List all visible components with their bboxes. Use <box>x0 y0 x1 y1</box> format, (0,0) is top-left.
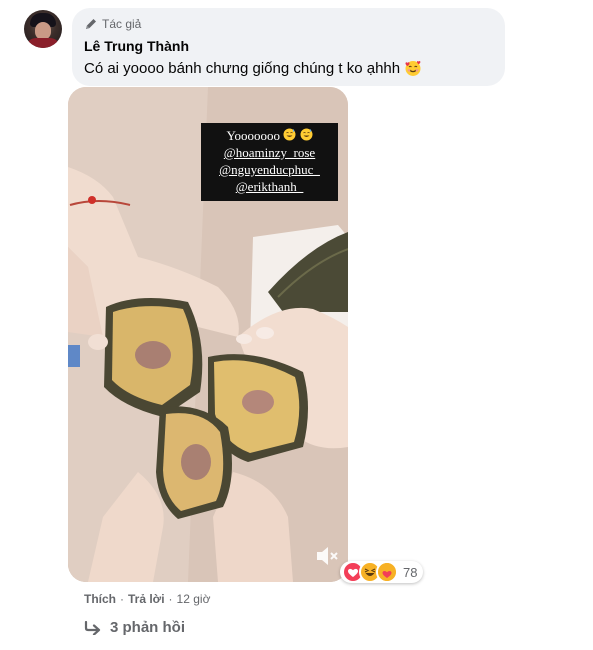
comment-actions: Thích · Trả lời · 12 giờ <box>84 592 210 606</box>
author-badge-label: Tác giả <box>102 17 142 31</box>
view-replies-link[interactable]: 3 phản hồi <box>84 619 185 636</box>
action-separator: · <box>168 592 173 606</box>
mute-button[interactable] <box>314 543 340 569</box>
comment-text: Có ai yoooo bánh chưng giống chúng t ko … <box>84 59 401 77</box>
reactions-summary[interactable]: 78 <box>340 561 424 583</box>
video-attachment[interactable]: Yooooooo @hoaminzy_rose @nguyenducphuc_ … <box>68 87 348 582</box>
grinning-sweat-icon <box>283 128 296 141</box>
reply-arrow-icon <box>84 620 101 635</box>
action-separator: · <box>120 592 124 606</box>
reply-link[interactable]: Trả lời <box>128 592 165 606</box>
pen-icon <box>86 19 96 29</box>
caption-mention-nguyenducphuc: @nguyenducphuc_ <box>219 162 320 177</box>
like-link[interactable]: Thích <box>84 592 116 606</box>
author-name[interactable]: Lê Trung Thành <box>84 38 493 54</box>
reaction-count: 78 <box>403 564 418 580</box>
caption-line-1: Yooooooo <box>226 128 313 143</box>
author-avatar[interactable] <box>24 10 62 48</box>
comment-text-row: Có ai yoooo bánh chưng giống chúng t ko … <box>84 59 493 77</box>
story-caption-box: Yooooooo @hoaminzy_rose @nguyenducphuc_ … <box>201 123 338 201</box>
author-badge: Tác giả <box>84 16 493 32</box>
smiling-face-with-hearts-icon <box>405 60 421 76</box>
caption-mention-hoaminzy: @hoaminzy_rose <box>223 145 316 160</box>
comment-bubble: Tác giả Lê Trung Thành Có ai yoooo bánh … <box>72 8 505 86</box>
speaker-muted-icon <box>317 547 338 565</box>
grinning-sweat-icon <box>300 128 313 141</box>
comment-timestamp[interactable]: 12 giờ <box>177 592 211 606</box>
caption-mention-erikthanh: @erikthanh_ <box>235 179 304 194</box>
avatar-shirt <box>26 38 60 48</box>
view-replies-label: 3 phản hồi <box>110 619 185 636</box>
care-reaction-icon <box>376 561 398 583</box>
